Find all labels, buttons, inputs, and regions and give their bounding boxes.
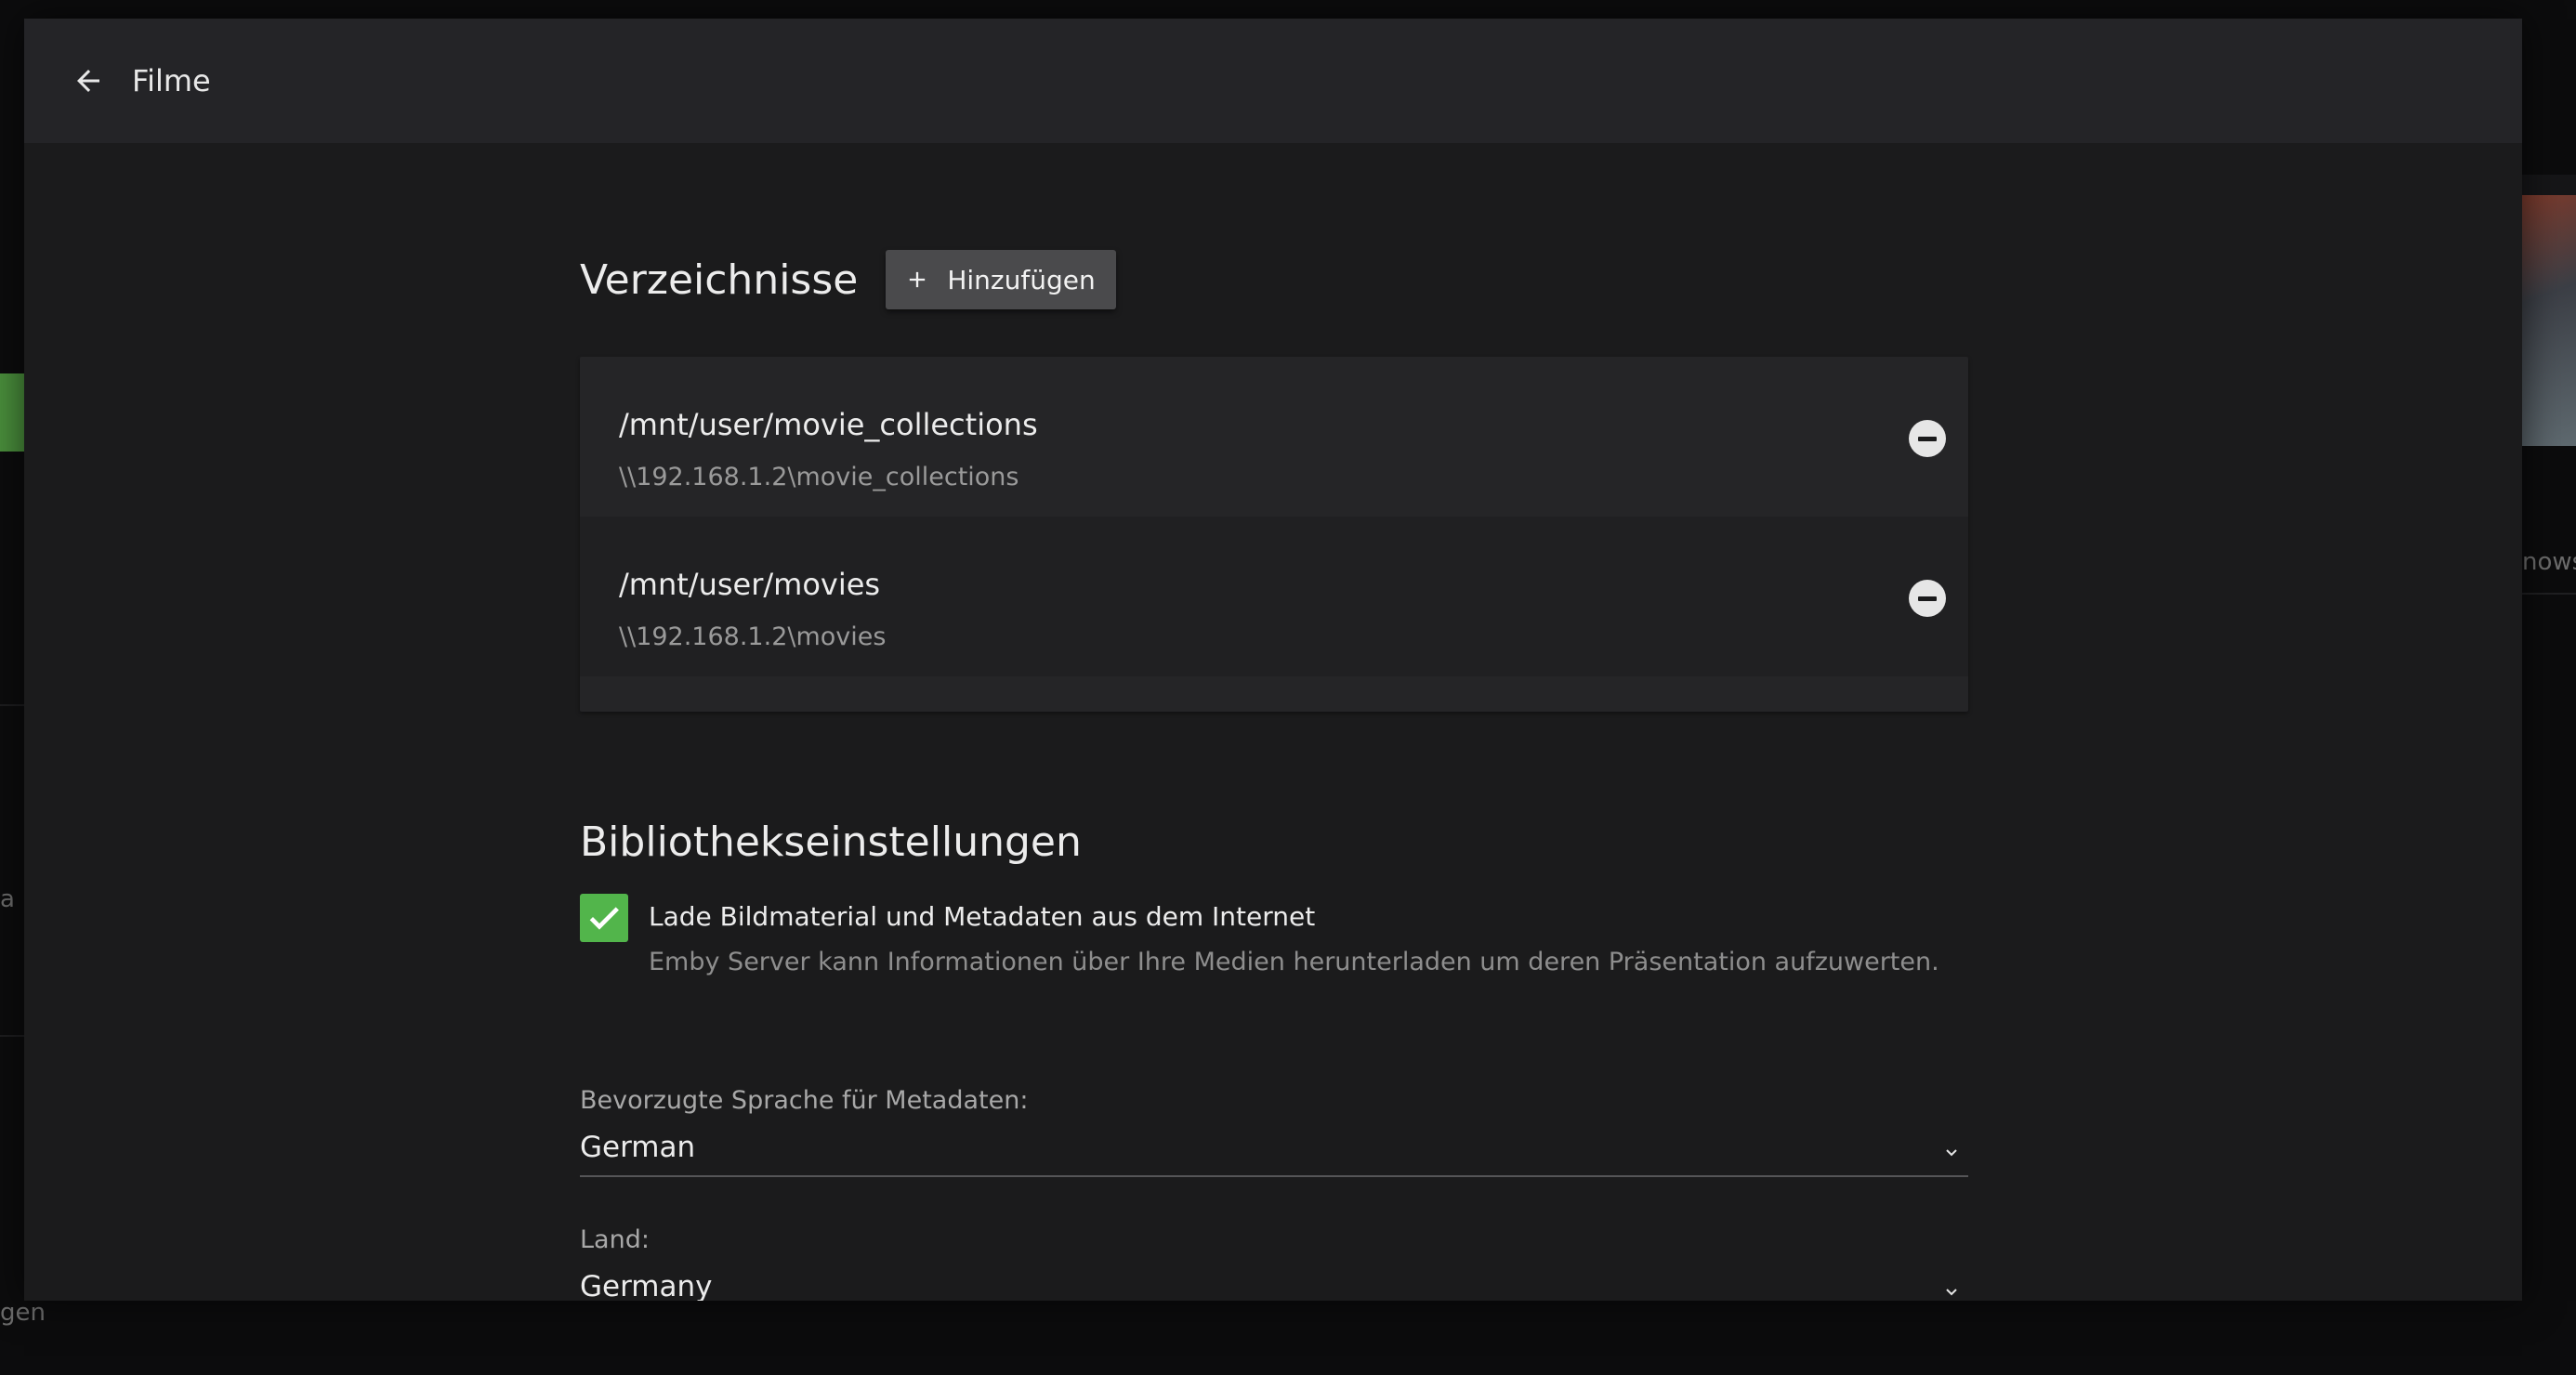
background-text-fragment: nows	[2522, 548, 2576, 576]
background-divider	[0, 704, 24, 706]
plus-icon	[910, 271, 926, 288]
minus-icon	[1918, 436, 1937, 441]
arrow-left-icon	[77, 70, 99, 92]
dialog-title: Filme	[132, 63, 211, 98]
download-metadata-checkbox[interactable]	[580, 894, 628, 942]
background-divider	[0, 1035, 24, 1037]
remove-folder-button[interactable]	[1909, 420, 1946, 457]
add-folder-button[interactable]: Hinzufügen	[886, 250, 1116, 309]
folders-heading-row: Verzeichnisse Hinzufügen	[580, 249, 1116, 310]
background-divider	[2522, 593, 2576, 595]
background-active-nav-item	[0, 373, 24, 452]
download-metadata-description: Emby Server kann Informationen über Ihre…	[649, 948, 1939, 976]
minus-icon	[1918, 596, 1937, 601]
chevron-down-icon	[1946, 1289, 1957, 1296]
back-button[interactable]	[58, 50, 119, 111]
background-poster	[2520, 195, 2576, 446]
folders-section-title: Verzeichnisse	[580, 255, 859, 304]
add-folder-label: Hinzufügen	[947, 264, 1096, 295]
folder-list: /mnt/user/movie_collections \\192.168.1.…	[580, 357, 1968, 712]
library-edit-dialog: Filme Verzeichnisse Hinzufügen /mnt/user…	[24, 19, 2522, 1301]
folder-item: /mnt/user/movie_collections \\192.168.1.…	[580, 357, 1968, 517]
remove-folder-button[interactable]	[1909, 580, 1946, 617]
background-text-fragment: gen	[0, 1299, 46, 1327]
metadata-language-value: German	[580, 1131, 696, 1164]
country-value: Germany	[580, 1270, 713, 1301]
folder-item: /mnt/user/movies \\192.168.1.2\movies	[580, 517, 1968, 676]
chevron-down-icon	[1946, 1149, 1957, 1157]
metadata-language-select[interactable]: German	[580, 1120, 1968, 1177]
folder-path: /mnt/user/movies	[619, 567, 881, 602]
folder-network-path: \\192.168.1.2\movie_collections	[619, 463, 1019, 491]
country-select[interactable]: Germany	[580, 1259, 1968, 1301]
dialog-header: Filme	[24, 19, 2522, 143]
metadata-language-label: Bevorzugte Sprache für Metadaten:	[580, 1086, 1029, 1115]
library-settings-title: Bibliothekseinstellungen	[580, 818, 1082, 866]
country-label: Land:	[580, 1225, 650, 1254]
folder-path: /mnt/user/movie_collections	[619, 407, 1038, 442]
download-metadata-label: Lade Bildmaterial und Metadaten aus dem …	[649, 901, 1316, 932]
checkmark-icon	[589, 907, 619, 930]
folder-network-path: \\192.168.1.2\movies	[619, 622, 887, 651]
